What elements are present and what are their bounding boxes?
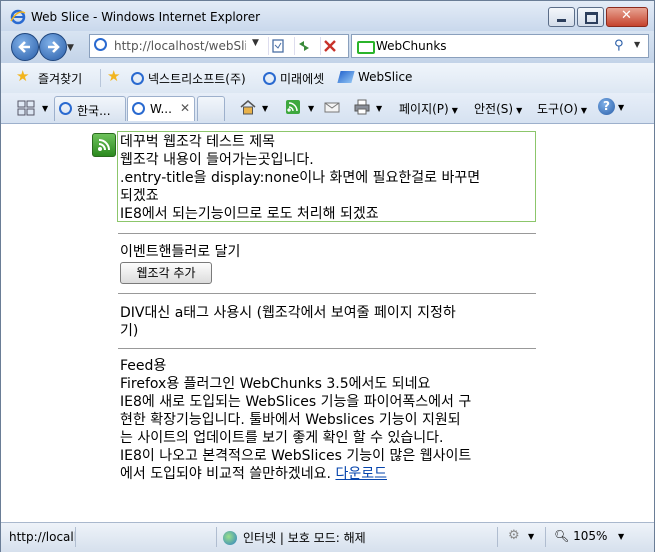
feed-text-line1: Firefox용 플러그인 WebChunks 3.5에서도 되네요 — [120, 376, 431, 392]
ie-page-icon — [132, 102, 145, 115]
webslice-note-line1: .entry-title을 display:none이나 화면에 필요한걸로 바… — [120, 170, 481, 186]
popup-dropdown-icon[interactable]: ▼ — [528, 532, 534, 541]
tab-korean[interactable]: 한국... — [54, 96, 126, 121]
window-title: Web Slice - Windows Internet Explorer — [31, 10, 261, 24]
zoom-dropdown-icon[interactable]: ▼ — [618, 532, 624, 541]
favorite-link-nextree[interactable]: 넥스트리소프트(주) — [131, 70, 246, 87]
address-dropdown-icon[interactable]: ▼ — [252, 38, 259, 48]
webchunks-logo-icon — [357, 41, 375, 54]
feed-text-line5: IE8이 나오고 본격적으로 WebSlices 기능이 많은 웹사이트 — [120, 448, 472, 464]
safety-dropdown-icon: ▼ — [516, 106, 523, 115]
ie-logo-icon — [10, 9, 26, 25]
help-dropdown-icon: ▼ — [618, 103, 625, 112]
title-bar: Web Slice - Windows Internet Explorer ✕ — [1, 1, 654, 31]
status-divider — [545, 527, 546, 547]
page-dropdown-icon: ▼ — [451, 106, 458, 115]
new-tab-button[interactable] — [197, 96, 225, 121]
ie-page-icon — [263, 72, 276, 85]
back-button[interactable] — [11, 33, 39, 61]
feed-text-line3: 현한 확장기능입니다. 툴바에서 Webslices 기능이 지원되 — [120, 412, 461, 428]
status-url: http://locall — [9, 530, 78, 544]
forward-button[interactable] — [39, 33, 67, 61]
page-ie-icon — [94, 38, 107, 51]
webslice-icon[interactable] — [92, 133, 116, 157]
search-dropdown-icon[interactable]: ▼ — [634, 40, 640, 49]
internet-globe-icon — [223, 531, 237, 545]
webslice-feed-symbol — [98, 139, 110, 151]
status-divider — [216, 527, 217, 547]
ie-page-icon — [131, 72, 144, 85]
security-zone[interactable]: 인터넷 | 보호 모드: 해제 — [223, 529, 366, 546]
tools-menu[interactable]: 도구(O) ▼ — [537, 100, 587, 117]
tab-list-dropdown-icon[interactable]: ▼ — [42, 104, 48, 113]
tab-bar: ▼ 한국... W... ✕ ▼ ▼ ▼ 페이지(P) ▼ 안전(S) ▼ 도구(O… — [1, 93, 654, 124]
page-menu[interactable]: 페이지(P) ▼ — [399, 100, 458, 117]
help-menu[interactable]: ? ▼ — [598, 98, 624, 115]
close-icon: ✕ — [621, 8, 632, 23]
compatibility-view-icon[interactable] — [268, 37, 287, 55]
divider — [118, 348, 536, 349]
webslice-title: 데꾸벅 웹조각 테스트 제목 — [120, 134, 276, 150]
tab-close-icon[interactable]: ✕ — [180, 101, 190, 115]
anchor-tag-text-line1: DIV대신 a태그 사용시 (웹조각에서 보여줄 페이지 지정하 — [120, 305, 456, 321]
divider — [118, 233, 536, 234]
tab-webslice[interactable]: W... ✕ — [127, 96, 195, 121]
feed-text-line6: 에서 도입되야 비교적 쓸만하겠네요. 다운로드 — [120, 466, 387, 482]
mail-icon[interactable] — [323, 98, 341, 116]
webslice-body: 웹조각 내용이 들어가는곳입니다. — [120, 152, 314, 168]
download-link[interactable]: 다운로드 — [335, 466, 387, 482]
print-icon[interactable] — [353, 98, 371, 116]
page-content: 데꾸벅 웹조각 테스트 제목 웹조각 내용이 들어가는곳입니다. .entry-… — [1, 124, 654, 522]
status-bar: http://locall 인터넷 | 보호 모드: 해제 ⚙ ▼ 🔍︎ 105… — [1, 522, 654, 552]
zoom-control[interactable]: 🔍︎ 105% — [554, 529, 607, 543]
status-divider — [75, 527, 76, 547]
feed-heading: Feed용 — [120, 358, 167, 374]
feeds-icon[interactable] — [284, 98, 302, 116]
favorites-star-icon: ★ — [16, 67, 30, 85]
safety-menu[interactable]: 안전(S) ▼ — [474, 100, 522, 117]
favorite-link-mirae[interactable]: 미래에셋 — [263, 70, 324, 87]
feed-text-line2: IE8에 새로 도입되는 WebSlices 기능을 파이어폭스에서 구 — [120, 394, 472, 410]
event-handler-text: 이벤트핸들러로 달기 — [120, 244, 241, 260]
webslice-feed-icon — [337, 71, 355, 83]
close-window-button[interactable]: ✕ — [606, 7, 648, 27]
zoom-magnifier-icon: 🔍︎ — [554, 529, 570, 543]
back-arrow-icon — [18, 41, 30, 53]
add-favorite-icon[interactable]: ★ — [107, 67, 120, 85]
forward-arrow-icon — [48, 41, 60, 53]
ie-page-icon — [59, 102, 72, 115]
search-box[interactable]: WebChunks ⚲ ▼ — [351, 34, 649, 58]
webslice-note-line3: IE8에서 되는기능이므로 로도 처리해 되겠죠 — [120, 206, 379, 222]
feed-text-line4: 는 사이트의 업데이트를 보기 좋게 확인 할 수 있습니다. — [120, 430, 444, 446]
favorite-link-webslice[interactable]: WebSlice — [337, 70, 412, 84]
favorites-bar: ★ 즐겨찾기 ★ 넥스트리소프트(주) 미래에셋 WebSlice — [1, 63, 654, 94]
minimize-button[interactable] — [548, 7, 575, 27]
status-divider — [497, 527, 498, 547]
browser-window: Web Slice - Windows Internet Explorer ✕ … — [0, 0, 655, 552]
favorites-button[interactable]: 즐겨찾기 — [38, 70, 82, 87]
divider — [118, 293, 536, 294]
stop-icon[interactable] — [320, 37, 339, 55]
address-toolbar: ▼ http://localhost/webSlice ▼ WebChunks … — [1, 31, 654, 63]
home-icon[interactable] — [239, 98, 257, 116]
popup-blocker-icon[interactable]: ⚙ — [508, 528, 520, 543]
feeds-dropdown-icon[interactable]: ▼ — [305, 100, 314, 114]
help-icon: ? — [598, 98, 615, 115]
favorites-divider — [100, 69, 101, 87]
address-input[interactable]: http://localhost/webSlice — [114, 39, 246, 53]
search-icon[interactable]: ⚲ — [614, 38, 624, 53]
anchor-tag-text-line2: 기) — [120, 323, 139, 339]
home-dropdown-icon[interactable]: ▼ — [259, 100, 268, 114]
webslice-note-line2: 되겠죠 — [120, 188, 159, 204]
search-provider[interactable]: WebChunks — [376, 39, 447, 53]
maximize-button[interactable] — [577, 7, 604, 27]
quick-tabs-icon[interactable] — [17, 99, 35, 117]
add-webslice-button[interactable]: 웹조각 추가 — [120, 262, 212, 284]
tools-dropdown-icon: ▼ — [580, 106, 588, 115]
history-dropdown-icon[interactable]: ▼ — [67, 43, 74, 53]
print-dropdown-icon[interactable]: ▼ — [373, 100, 382, 114]
address-bar[interactable]: http://localhost/webSlice ▼ — [89, 34, 349, 58]
refresh-icon[interactable] — [294, 37, 313, 55]
